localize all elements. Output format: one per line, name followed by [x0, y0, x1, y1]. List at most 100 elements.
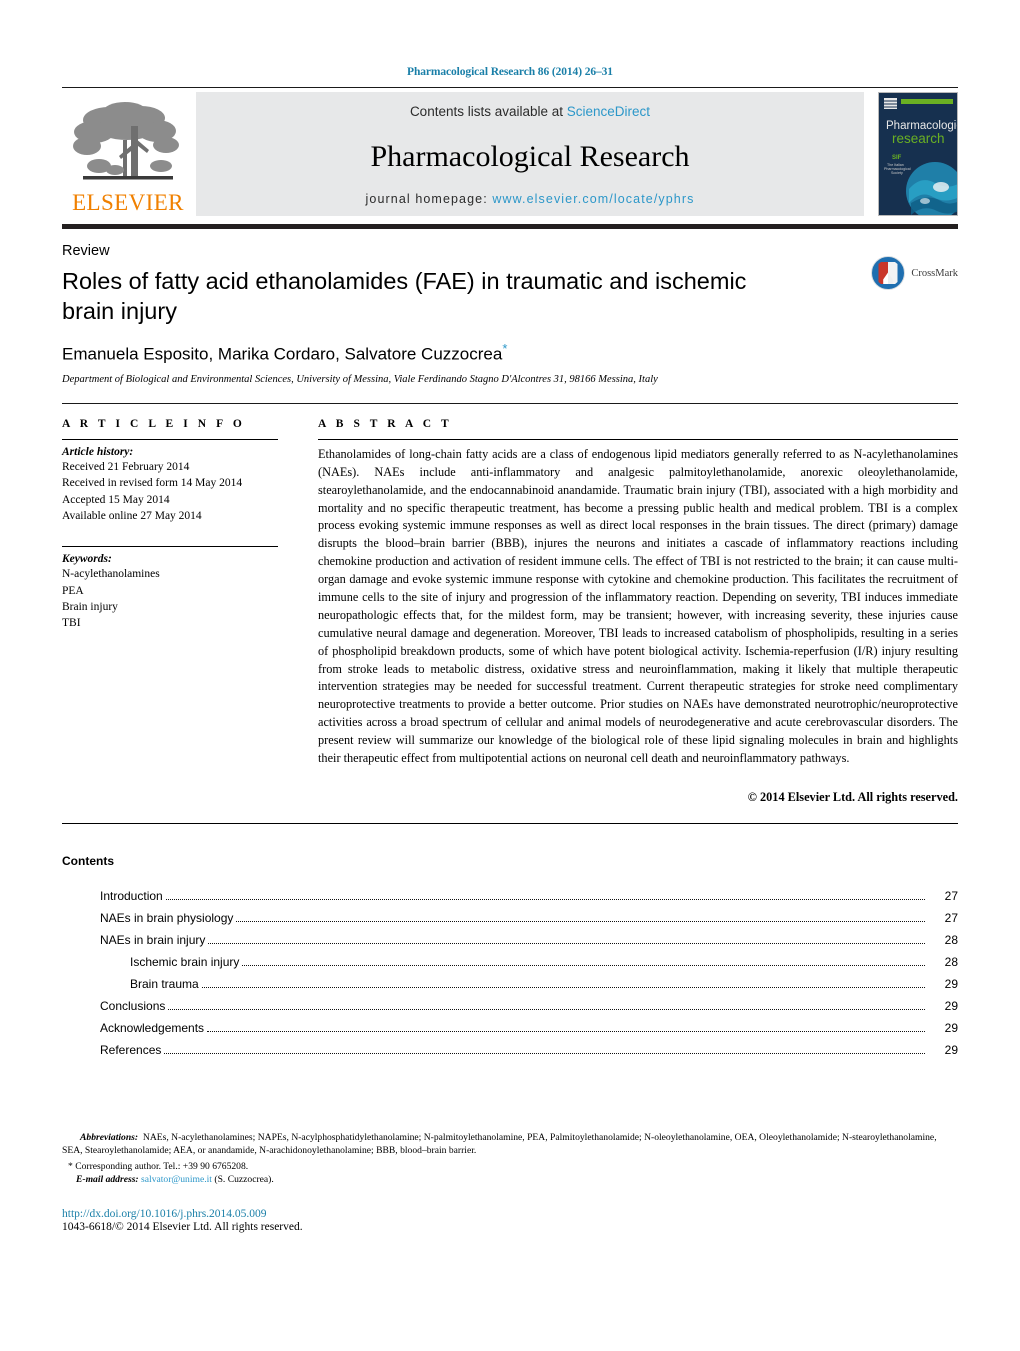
crossmark-icon: [871, 256, 906, 290]
abbreviations-label: Abbreviations:: [80, 1132, 139, 1143]
list-item[interactable]: Introduction 27: [100, 886, 958, 908]
journal-masthead: ELSEVIER Contents lists available at Sci…: [62, 88, 958, 216]
toc-leader-dots: [165, 899, 925, 901]
crossmark-badge[interactable]: CrossMark: [870, 255, 958, 291]
abbreviations-text: NAEs, N-acylethanolamines; NAPEs, N-acyl…: [62, 1132, 937, 1157]
abstract-text: Ethanolamides of long-chain fatty acids …: [318, 446, 958, 766]
journal-homepage-line: journal homepage: www.elsevier.com/locat…: [366, 192, 695, 206]
corresponding-text: Corresponding author. Tel.: +39 90 67652…: [75, 1161, 249, 1173]
list-item[interactable]: Ischemic brain injury 28: [100, 952, 958, 974]
table-of-contents: Introduction 27 NAEs in brain physiology…: [100, 886, 958, 1062]
list-item[interactable]: NAEs in brain injury 28: [100, 930, 958, 952]
toc-leader-dots: [236, 921, 925, 923]
keyword-item: Brain injury: [62, 600, 118, 613]
email-link[interactable]: salvator@unime.it: [141, 1174, 212, 1185]
journal-cover-thumbnail: Pharmacological research SIF The Italian…: [878, 92, 958, 216]
toc-page-number: 29: [944, 1043, 958, 1058]
svg-text:research: research: [892, 131, 945, 146]
corresponding-author-marker: *: [502, 341, 508, 357]
title-block: Review Roles of fatty acid ethanolamides…: [62, 229, 958, 385]
toc-leader-dots: [208, 943, 925, 945]
article-history-label: Article history:: [62, 445, 134, 458]
abstract-rule: [318, 438, 958, 440]
corresponding-author-note: * Corresponding author. Tel.: +39 90 676…: [62, 1160, 958, 1173]
list-item[interactable]: Brain trauma 29: [100, 974, 958, 996]
toc-leader-dots: [164, 1053, 925, 1055]
contents-available-line: Contents lists available at ScienceDirec…: [410, 104, 650, 119]
toc-leader-dots: [201, 987, 925, 989]
sciencedirect-link[interactable]: ScienceDirect: [567, 104, 650, 119]
history-accepted: Accepted 15 May 2014: [62, 493, 170, 506]
history-received: Received 21 February 2014: [62, 460, 190, 473]
masthead-center-box: Contents lists available at ScienceDirec…: [196, 92, 864, 216]
doi-link[interactable]: http://dx.doi.org/10.1016/j.phrs.2014.05…: [62, 1208, 303, 1220]
toc-leader-dots: [207, 1031, 925, 1033]
keywords-label: Keywords:: [62, 553, 112, 566]
homepage-prefix-text: journal homepage:: [365, 192, 493, 206]
keyword-item: PEA: [62, 584, 84, 597]
history-online: Available online 27 May 2014: [62, 509, 202, 522]
toc-leader-dots: [242, 965, 925, 967]
article-first-page: Pharmacological Research 86 (2014) 26–31: [0, 0, 1020, 1351]
email-note: E-mail address: salvator@unime.it (S. Cu…: [62, 1173, 958, 1186]
toc-label: Introduction: [100, 889, 163, 904]
toc-page-number: 29: [944, 999, 958, 1014]
toc-label: Conclusions: [100, 999, 166, 1014]
toc-page-number: 27: [944, 889, 958, 904]
cover-art: Pharmacological research SIF The Italian…: [879, 93, 957, 215]
keyword-item: TBI: [62, 617, 81, 630]
article-info-rule: [62, 438, 278, 440]
toc-label: References: [100, 1043, 162, 1058]
elsevier-wordmark: ELSEVIER: [72, 190, 184, 215]
corresponding-marker: *: [68, 1161, 73, 1173]
contents-prefix-text: Contents lists available at: [409, 104, 567, 119]
author-names: Emanuela Esposito, Marika Cordaro, Salva…: [62, 344, 503, 364]
toc-label: NAEs in brain physiology: [100, 911, 234, 926]
email-label: E-mail address:: [76, 1174, 139, 1186]
list-item[interactable]: Acknowledgements 29: [100, 1018, 958, 1040]
article-type-label: Review: [62, 243, 110, 259]
issn-copyright-line: 1043-6618/© 2014 Elsevier Ltd. All right…: [62, 1221, 303, 1233]
svg-text:SIF: SIF: [892, 155, 902, 161]
toc-leader-dots: [168, 1009, 925, 1011]
toc-label: Brain trauma: [130, 977, 199, 992]
toc-label: Ischemic brain injury: [130, 955, 240, 970]
keyword-item: N-acylethanolamines: [62, 568, 160, 581]
author-list: Emanuela Esposito, Marika Cordaro, Salva…: [62, 341, 958, 365]
history-revised: Received in revised form 14 May 2014: [62, 477, 243, 490]
toc-page-number: 28: [944, 933, 958, 948]
article-info-column: A R T I C L E I N F O Article history: R…: [62, 418, 300, 805]
toc-page-number: 28: [944, 955, 958, 970]
info-abstract-columns: A R T I C L E I N F O Article history: R…: [62, 404, 958, 805]
running-head: Pharmacological Research 86 (2014) 26–31: [407, 66, 613, 78]
contents-heading: Contents: [62, 853, 114, 868]
list-item[interactable]: NAEs in brain physiology 27: [100, 908, 958, 930]
elsevier-logo: ELSEVIER: [62, 92, 194, 216]
contents-section: Contents Introduction 27 NAEs in brain p…: [62, 854, 958, 1062]
svg-text:Society: Society: [891, 171, 903, 175]
journal-title: Pharmacological Research: [370, 140, 690, 173]
abstract-column: A B S T R A C T Ethanolamides of long-ch…: [300, 418, 958, 805]
journal-homepage-link[interactable]: www.elsevier.com/locate/yphrs: [492, 192, 694, 206]
list-item[interactable]: References 29: [100, 1040, 958, 1062]
email-suffix: (S. Cuzzocrea).: [214, 1174, 274, 1186]
toc-label: Acknowledgements: [100, 1021, 205, 1036]
abstract-bottom-rule: [62, 822, 958, 824]
page-title: Roles of fatty acid ethanolamides (FAE) …: [62, 268, 747, 324]
doi-block: http://dx.doi.org/10.1016/j.phrs.2014.05…: [62, 1208, 303, 1233]
elsevier-tree-icon: [73, 102, 179, 180]
toc-page-number: 29: [944, 977, 958, 992]
footnote-block: Abbreviations: NAEs, N-acylethanolamines…: [62, 1128, 958, 1186]
article-info-heading: A R T I C L E I N F O: [62, 417, 246, 430]
affiliation: Department of Biological and Environment…: [62, 373, 658, 385]
toc-page-number: 27: [944, 911, 958, 926]
toc-page-number: 29: [944, 1021, 958, 1036]
toc-label: NAEs in brain injury: [100, 933, 206, 948]
abstract-heading: A B S T R A C T: [318, 417, 453, 430]
list-item[interactable]: Conclusions 29: [100, 996, 958, 1018]
crossmark-label: CrossMark: [911, 267, 958, 279]
keywords-rule: [62, 546, 278, 548]
abbreviations-note: Abbreviations: NAEs, N-acylethanolamines…: [62, 1131, 958, 1157]
abstract-copyright: © 2014 Elsevier Ltd. All rights reserved…: [747, 789, 958, 804]
